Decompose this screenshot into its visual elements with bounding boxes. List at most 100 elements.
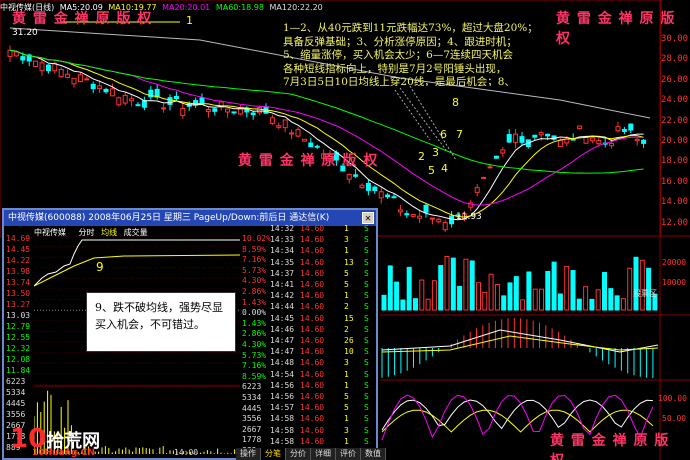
trade-cell-v: 2 — [344, 324, 349, 334]
volume-bar — [425, 298, 431, 311]
trade-row[interactable]: 14:56 14.60 1 S — [270, 381, 376, 392]
trade-row[interactable]: 14:58 14.60 1 S — [270, 414, 376, 425]
trade-cell-t: 14:46 — [270, 324, 295, 334]
trade-row[interactable]: 14:42 14.60 1 S — [270, 291, 376, 302]
price-axis-tick: 24.00 — [660, 95, 688, 106]
trade-row[interactable]: 14:46 14.60 2 S — [270, 325, 376, 336]
tab-detail[interactable]: 详细 — [311, 448, 336, 460]
trade-row[interactable]: 14:33 14.60 3 S — [270, 235, 376, 246]
candle-body — [269, 117, 275, 124]
trade-row[interactable]: 14:41 14.60 5 S — [270, 280, 376, 291]
trade-cell-t: 14:32 — [270, 224, 295, 233]
trade-cell-p: 14.60 — [300, 414, 325, 424]
close-icon[interactable]: ✕ — [362, 212, 374, 224]
trade-row[interactable]: 14:56 14.60 5 S — [270, 392, 376, 403]
trade-cell-t: 14:42 — [270, 291, 295, 301]
volume-bar — [570, 270, 576, 311]
volume-bar — [627, 267, 633, 311]
kdj-axis-50: 50.00 — [662, 414, 687, 423]
trade-cell-p: 14.60 — [300, 380, 325, 390]
volume-bar — [608, 288, 614, 311]
candle-body — [609, 142, 615, 147]
trade-cell-s: S — [364, 324, 369, 334]
candle-body — [205, 108, 211, 113]
bottom-tabbar[interactable]: 操作 分笔 分价 详细 评价 数值 — [236, 448, 386, 460]
candle-body — [378, 191, 384, 199]
candle-body — [129, 98, 135, 102]
trade-cell-t: 14:47 — [270, 336, 295, 345]
ma60-label: MA60:18.98 — [215, 3, 264, 12]
candle-body — [257, 107, 263, 114]
trade-cell-s: S — [364, 336, 369, 345]
candle-body — [71, 77, 77, 85]
trade-list[interactable]: 14:32 14.60 1 S 14:33 14.60 3 S 14:34 14.60 1 S 14:3… — [270, 224, 376, 460]
trade-row[interactable]: 14:35 14.60 13 S — [270, 258, 376, 269]
candle-body — [557, 139, 563, 147]
intraday-right-tick: 5334 — [242, 393, 262, 402]
trade-cell-p: 14.60 — [300, 291, 325, 301]
trade-cell-t: 14:48 — [270, 358, 295, 368]
strategy-annotation: 1—2、从40元跌到11元跌幅达73%，超过大盘20%； 具备反弹基础；3、分析… — [283, 22, 538, 86]
trade-cell-p: 14.60 — [300, 403, 325, 413]
marker-8: 8 — [452, 96, 459, 109]
candle-body — [161, 107, 167, 110]
site-logo: 10拾荒网 10Huang.CN — [10, 424, 100, 458]
trade-cell-v: 1 — [344, 414, 349, 424]
volume-bar — [526, 271, 532, 311]
candle-body — [545, 133, 551, 137]
trade-cell-t: 14:34 — [270, 246, 295, 256]
trade-cell-v: 3 — [344, 425, 349, 435]
tab-values[interactable]: 数值 — [361, 448, 386, 460]
volume-bar — [457, 285, 463, 311]
trade-cell-t: 14:54 — [270, 369, 295, 379]
candle-body — [532, 134, 538, 138]
candle-body — [7, 49, 13, 57]
trade-row[interactable]: 14:32 14.60 1 S — [270, 224, 376, 235]
intraday-right-tick: 6223 — [242, 382, 262, 392]
trade-row[interactable]: 14:54 14.60 1 S — [270, 370, 376, 381]
tab-price[interactable]: 分价 — [286, 448, 311, 460]
note-9-line2: 买入机会，不可错过。 — [95, 318, 205, 331]
tab-operate[interactable]: 操作 — [236, 448, 261, 460]
trade-row[interactable]: 14:37 14.60 5 S — [270, 269, 376, 280]
volume-bar — [551, 261, 557, 311]
candle-body — [231, 111, 237, 114]
candle-body — [615, 126, 621, 132]
candle-body — [487, 166, 493, 169]
price-axis-tick: 26.00 — [660, 74, 688, 85]
volume-bar — [394, 281, 400, 311]
ma120-label: MA120:22.20 — [269, 3, 323, 12]
trade-cell-t: 14:45 — [270, 313, 295, 323]
volume-bar — [639, 259, 645, 311]
trade-row[interactable]: 14:47 14.60 10 S — [270, 347, 376, 358]
candle-body — [308, 142, 314, 148]
trade-row[interactable]: 14:58 14.60 3 S — [270, 426, 376, 437]
trade-row[interactable]: 14:45 14.60 15 S — [270, 314, 376, 325]
trade-cell-v: 2 — [344, 302, 349, 312]
volume-bars — [381, 256, 658, 311]
candle-body — [103, 88, 109, 93]
trade-row[interactable]: 14:44 14.60 2 S — [270, 302, 376, 313]
trade-row[interactable]: 14:34 14.60 1 S — [270, 246, 376, 257]
tab-ticks[interactable]: 分笔 — [261, 448, 286, 460]
trade-row[interactable]: 14:58 14.60 1 S — [270, 437, 376, 448]
price-axis-tick: 14.00 — [660, 197, 688, 208]
volume-bar — [444, 256, 450, 311]
volume-bar — [614, 295, 620, 311]
intraday-right-tick: 2.86% — [242, 287, 267, 296]
volume-bar — [488, 273, 494, 311]
trade-cell-s: S — [364, 380, 369, 390]
price-axis-tick: 18.00 — [660, 156, 688, 167]
volume-bar — [469, 260, 475, 311]
intraday-popup-window[interactable]: 中视传媒(600088) 2008年06月25日 星期三 PageUp/Down… — [2, 208, 378, 460]
trade-row[interactable]: 14:57 14.60 5 S — [270, 403, 376, 414]
marker-6: 6 — [440, 128, 447, 141]
tab-review[interactable]: 评价 — [336, 448, 361, 460]
intraday-right-tick: 7.16% — [242, 255, 267, 265]
trade-cell-s: S — [364, 369, 369, 379]
trade-row[interactable]: 14:48 14.60 3 S — [270, 358, 376, 369]
trade-row[interactable]: 14:47 14.60 26 S — [270, 336, 376, 347]
price-axis-tick: 16.00 — [660, 176, 688, 187]
intraday-right-tick: 8.59% — [242, 371, 267, 381]
candle-body — [641, 139, 647, 144]
